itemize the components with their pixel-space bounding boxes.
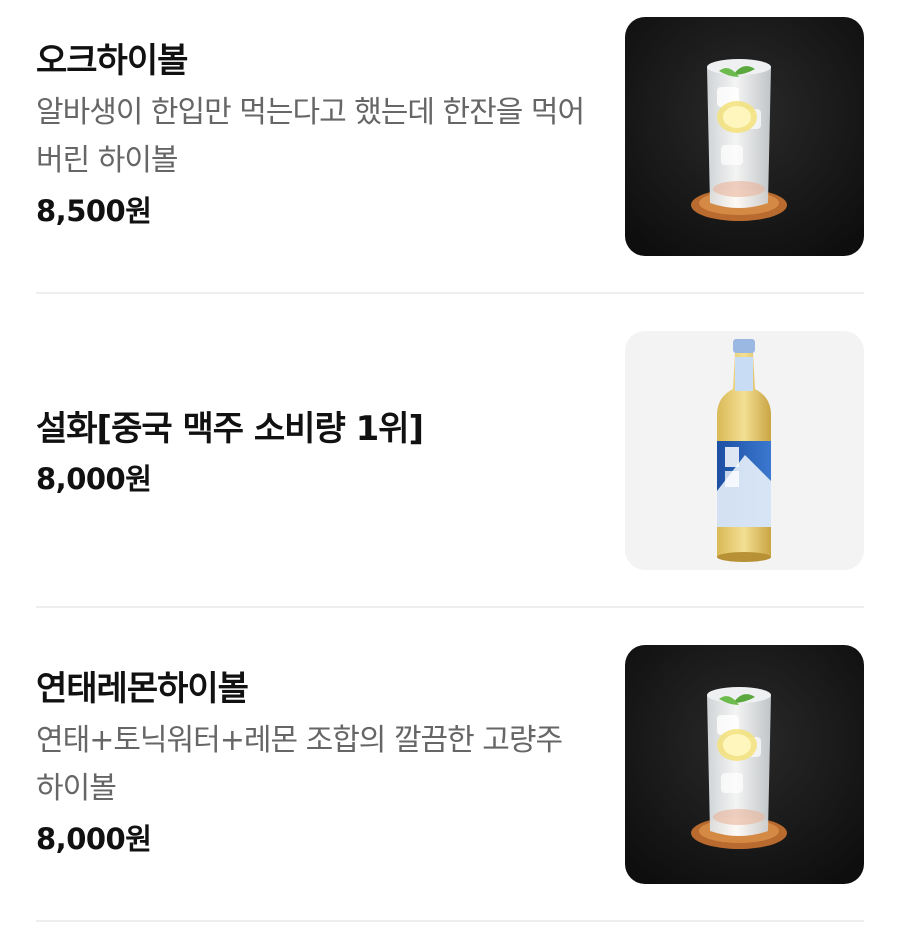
menu-item-description: 알바생이 한입만 먹는다고 했는데 한잔을 먹어버린 하이볼 [36, 95, 585, 178]
highball-glass-icon [625, 645, 864, 884]
menu-item-photo [625, 331, 864, 570]
divider [36, 292, 864, 294]
menu-item-text: 설화[중국 맥주 소비량 1위] 8,000원 [36, 405, 596, 501]
highball-glass-icon [625, 17, 864, 256]
menu-item-text: 연태레몬하이볼 연태+토닉워터+레몬 조합의 깔끔한 고량주 하이볼 8,000… [36, 665, 596, 861]
menu-item-price: 8,000원 [36, 462, 152, 496]
menu-item-photo [625, 17, 864, 256]
menu-item-name: 연태레몬하이볼 [36, 669, 249, 709]
menu-item-oak-highball[interactable]: 오크하이볼 알바생이 한입만 먹는다고 했는데 한잔을 먹어버린 하이볼 8,5… [36, 17, 864, 256]
divider [36, 920, 864, 922]
menu-item-name: 설화[중국 맥주 소비량 1위] [36, 409, 424, 449]
menu-item-price: 8,500원 [36, 194, 152, 228]
menu-item-yantai-lemon-highball[interactable]: 연태레몬하이볼 연태+토닉워터+레몬 조합의 깔끔한 고량주 하이볼 8,000… [36, 645, 864, 884]
menu-item-price: 8,000원 [36, 822, 152, 856]
menu-item-snow-beer[interactable]: 설화[중국 맥주 소비량 1위] 8,000원 [36, 331, 864, 570]
beer-bottle-icon [625, 331, 864, 570]
menu-item-description: 연태+토닉워터+레몬 조합의 깔끔한 고량주 하이볼 [36, 723, 563, 806]
menu-item-text: 오크하이볼 알바생이 한입만 먹는다고 했는데 한잔을 먹어버린 하이볼 8,5… [36, 37, 596, 233]
menu-item-photo [625, 645, 864, 884]
menu-list: 오크하이볼 알바생이 한입만 먹는다고 했는데 한잔을 먹어버린 하이볼 8,5… [0, 0, 900, 943]
menu-item-name: 오크하이볼 [36, 41, 188, 81]
divider [36, 606, 864, 608]
